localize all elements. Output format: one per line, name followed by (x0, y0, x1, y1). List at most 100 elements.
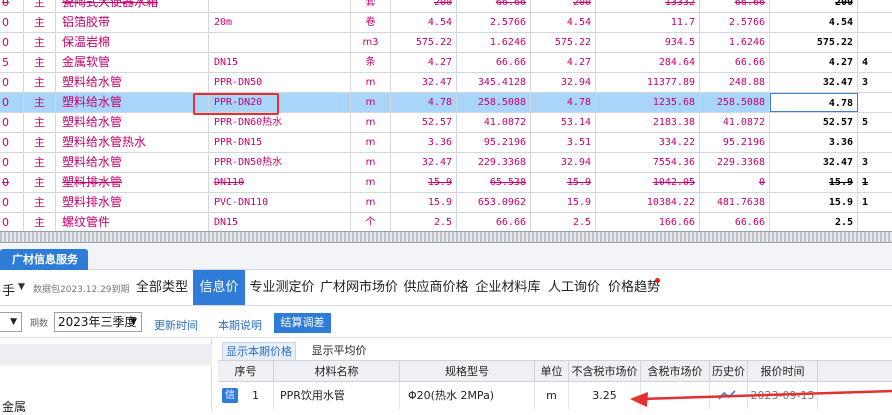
region-select[interactable]: ▼ (0, 312, 22, 332)
cell-c10[interactable]: 4.78 (770, 93, 858, 112)
cell-c2[interactable]: 金属软管 (56, 53, 209, 72)
cell-c1[interactable]: 主 (24, 113, 56, 132)
cell-c6[interactable]: 41.0872 (457, 113, 531, 132)
cell-c11[interactable] (858, 0, 892, 12)
cell-c3[interactable]: PPR-DN50 (209, 73, 351, 92)
cell-c1[interactable]: 主 (24, 193, 56, 212)
cell-c1[interactable]: 主 (24, 33, 56, 52)
cell-c1[interactable]: 主 (24, 173, 56, 192)
tab-market-price[interactable]: 广材网市场价 (318, 270, 400, 305)
cell-c7[interactable]: 32.94 (531, 153, 596, 172)
cell-c6[interactable]: 66.66 (457, 53, 531, 72)
table-row[interactable]: 信 1 PPR饮用水管 Φ20(热水 2MPa) m 3.25 2023-09-… (218, 382, 892, 409)
cell-c9[interactable]: 229.3368 (700, 153, 770, 172)
cell-c11[interactable]: 1 (858, 173, 892, 192)
cell-c10[interactable]: 15.9 (770, 193, 858, 212)
table-row[interactable]: 0 主塑料给水管 PPR-DN20 m 4.78 258.5088 4.78 1235.68 2… (0, 93, 892, 113)
cell-c9[interactable]: 66.66 (700, 213, 770, 231)
cell-c8[interactable]: 11.7 (596, 13, 700, 32)
cell-c4[interactable]: m3 (351, 33, 391, 52)
info-service-tab[interactable]: 广材信息服务 (0, 249, 88, 270)
cell-c8[interactable]: 11377.89 (596, 73, 700, 92)
cell-c8[interactable]: 284.64 (596, 53, 700, 72)
tab-average-price[interactable]: 显示平均价 (304, 342, 374, 360)
cell-c6[interactable]: 258.5088 (457, 93, 531, 112)
table-row[interactable]: 0 主瓷陶式大便器水箱套 200 66.66 200 13332 66.66 200 (0, 0, 892, 13)
cell-c7[interactable]: 200 (531, 0, 596, 12)
cell-c9[interactable]: 481.7638 (700, 193, 770, 212)
cell-c7[interactable]: 15.9 (531, 173, 596, 192)
cell-c0[interactable]: 0 (0, 173, 24, 192)
cell-c7[interactable]: 4.27 (531, 53, 596, 72)
cell-c0[interactable]: 0 (0, 0, 24, 12)
cell-c10[interactable]: 200 (770, 0, 858, 12)
cell-c3[interactable]: PPR-DN60热水 (209, 113, 351, 132)
update-time-link[interactable]: 更新时间 (154, 317, 198, 333)
tab-price-trend[interactable]: 价格趋势 (605, 270, 663, 305)
cell-c5[interactable]: 4.27 (391, 53, 457, 72)
cell-c11[interactable]: 1 (858, 193, 892, 212)
cell-c1[interactable]: 主 (24, 93, 56, 112)
cell-c8[interactable]: 1235.68 (596, 93, 700, 112)
panel-splitter[interactable] (0, 231, 892, 243)
cell-c8[interactable]: 7554.36 (596, 153, 700, 172)
cell-c4[interactable]: m (351, 173, 391, 192)
cell-c10[interactable]: 4.27 (770, 53, 858, 72)
cell-c4[interactable]: m (351, 193, 391, 212)
cell-c2[interactable]: 铝箔胶带 (56, 13, 209, 32)
cell-c1[interactable]: 主 (24, 53, 56, 72)
cell-c8[interactable]: 2183.38 (596, 113, 700, 132)
table-row[interactable]: 0 主塑料给水管热水 PPR-DN15 m 3.36 95.2196 3.51 334.22 9… (0, 133, 892, 153)
cell-c7[interactable]: 4.54 (531, 13, 596, 32)
period-note-link[interactable]: 本期说明 (218, 317, 262, 333)
cell-c5[interactable]: 4.78 (391, 93, 457, 112)
cell-c1[interactable]: 主 (24, 133, 56, 152)
cell-c3[interactable]: PPR-DN50热水 (209, 153, 351, 172)
cell-c4[interactable]: m (351, 133, 391, 152)
cell-c0[interactable]: 0 (0, 213, 24, 231)
cell-c10[interactable]: 15.9 (770, 173, 858, 192)
cell-c4[interactable]: m (351, 73, 391, 92)
cell-c11[interactable] (858, 133, 892, 152)
cell-c0[interactable]: 0 (0, 33, 24, 52)
cell-c11[interactable] (858, 93, 892, 112)
tab-info-price[interactable]: 信息价 (193, 270, 245, 305)
cell-c0[interactable]: 0 (0, 13, 24, 32)
cell-c8[interactable]: 934.5 (596, 33, 700, 52)
table-row[interactable]: 0 主塑料给水管 PPR-DN60热水 m 52.57 41.0872 53.14 2183.… (0, 113, 892, 133)
table-row[interactable]: 0 主塑料排水管 PVC-DN110 m 15.9 653.0962 15.9 10384.2… (0, 193, 892, 213)
cell-c2[interactable]: 塑料排水管 (56, 173, 209, 192)
cell-c1[interactable]: 主 (24, 73, 56, 92)
table-row[interactable]: 0 主保温岩棉 m3 575.22 1.6246 575.22 934.5 1.6246 575… (0, 33, 892, 53)
cell-c6[interactable]: 2.5766 (457, 13, 531, 32)
cell-c7[interactable]: 53.14 (531, 113, 596, 132)
cell-c6[interactable]: 1.6246 (457, 33, 531, 52)
cell-c11[interactable]: 4 (858, 53, 892, 72)
cell-c5[interactable]: 15.9 (391, 173, 457, 192)
cell-c5[interactable]: 32.47 (391, 153, 457, 172)
cell-c7[interactable]: 32.94 (531, 73, 596, 92)
cell-c6[interactable]: 65.538 (457, 173, 531, 192)
cell-c7[interactable]: 575.22 (531, 33, 596, 52)
cell-c4[interactable]: 条 (351, 53, 391, 72)
cell-c2[interactable]: 瓷陶式大便器水箱 (56, 0, 209, 12)
cell-c5[interactable]: 4.54 (391, 13, 457, 32)
cell-c8[interactable]: 13332 (596, 0, 700, 12)
cell-c5[interactable]: 3.36 (391, 133, 457, 152)
cell-c11[interactable]: 3 (858, 73, 892, 92)
cell-c9[interactable]: 66.66 (700, 53, 770, 72)
cell-c5[interactable]: 575.22 (391, 33, 457, 52)
history-cell[interactable] (710, 382, 748, 409)
cell-c2[interactable]: 保温岩棉 (56, 33, 209, 52)
cell-c10[interactable]: 52.57 (770, 113, 858, 132)
cell-c2[interactable]: 塑料给水管 (56, 93, 209, 112)
cell-c11[interactable]: 3 (858, 153, 892, 172)
cell-c3[interactable]: 20m (209, 13, 351, 32)
tree-item-metal[interactable]: 金属 (2, 398, 26, 415)
cell-c6[interactable]: 345.4128 (457, 73, 531, 92)
cell-c8[interactable]: 166.66 (596, 213, 700, 231)
cell-c4[interactable]: m (351, 93, 391, 112)
cell-c7[interactable]: 2.5 (531, 213, 596, 231)
cell-c0[interactable]: 0 (0, 193, 24, 212)
cell-c5[interactable]: 200 (391, 0, 457, 12)
